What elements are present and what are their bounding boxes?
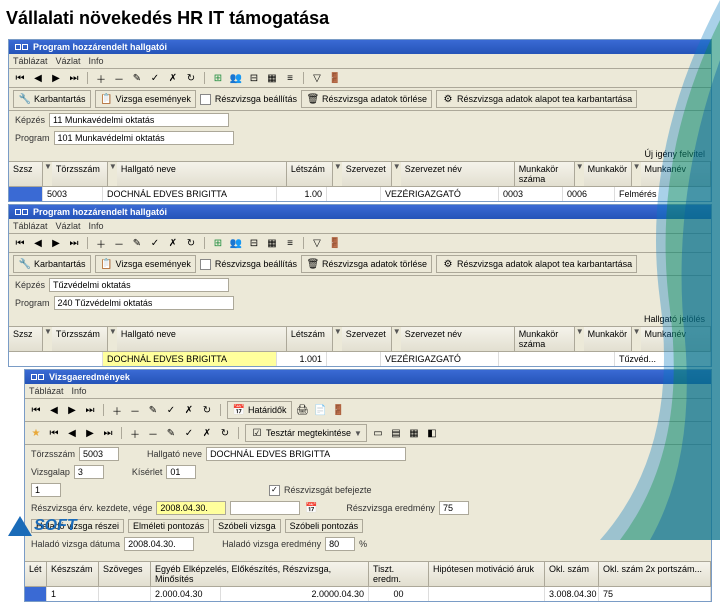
save-icon[interactable]: ✓ (148, 71, 162, 85)
next-icon[interactable]: ▶ (49, 236, 63, 250)
filter-icon[interactable]: ▽ (310, 236, 324, 250)
tab-tablazat[interactable]: Táblázat (29, 386, 64, 396)
tab-info[interactable]: Info (89, 56, 104, 66)
tab-tablazat[interactable]: Táblázat (13, 56, 48, 66)
table-row[interactable]: 1 2.000.04.30 2.0000.04.30 00 3.008.04.3… (25, 587, 711, 601)
grid-icon[interactable]: ▦ (265, 236, 279, 250)
edit-icon[interactable]: ✎ (130, 236, 144, 250)
cancel-icon[interactable]: ✗ (182, 403, 196, 417)
vizsga-esemenyek-button[interactable]: 📋Vizsga események (95, 90, 196, 108)
tesztar-button[interactable]: ☑Tesztár megtekintése▼ (245, 424, 367, 442)
edit-icon[interactable]: ✎ (164, 426, 178, 440)
tab-vazlat[interactable]: Vázlat (56, 221, 81, 231)
star-icon[interactable]: ★ (29, 426, 43, 440)
prev-icon[interactable]: ◀ (31, 236, 45, 250)
last-icon[interactable]: ⏭ (67, 71, 81, 85)
g2-icon[interactable]: ▤ (389, 426, 403, 440)
new-icon[interactable]: ＋ (94, 71, 108, 85)
tab-info[interactable]: Info (89, 221, 104, 231)
program-label: Program (15, 133, 50, 143)
last-icon[interactable]: ⏭ (83, 403, 97, 417)
refresh-icon[interactable]: ↻ (184, 71, 198, 85)
g4-icon[interactable]: ◧ (425, 426, 439, 440)
list-icon[interactable]: ≡ (283, 71, 297, 85)
kepzes-label: Képzés (15, 115, 45, 125)
program-field[interactable]: 240 Tűzvédelmi oktatás (54, 296, 234, 310)
karbantartas-button[interactable]: 🔧Karbantartás (13, 255, 91, 273)
delete-icon[interactable]: － (112, 236, 126, 250)
soft-logo: SOFT (8, 516, 77, 536)
new-icon[interactable]: ＋ (110, 403, 124, 417)
first-icon[interactable]: ⏮ (47, 426, 61, 440)
refresh-icon[interactable]: ↻ (218, 426, 232, 440)
torzsszam-field[interactable]: 5003 (79, 447, 119, 461)
kepzes-field[interactable]: Tűzvédelmi oktatás (49, 278, 229, 292)
tree-icon[interactable]: ⊟ (247, 71, 261, 85)
next-icon[interactable]: ▶ (65, 403, 79, 417)
delete-icon[interactable]: － (128, 403, 142, 417)
vizsga-esemenyek-button[interactable]: 📋Vizsga események (95, 255, 196, 273)
tab-vazlat[interactable]: Vázlat (56, 56, 81, 66)
save-icon[interactable]: ✓ (164, 403, 178, 417)
grid-icon[interactable]: ▦ (265, 71, 279, 85)
delete-icon[interactable]: － (112, 71, 126, 85)
karbantartas-button[interactable]: 🔧Karbantartás (13, 90, 91, 108)
close-icon[interactable]: 🚪 (328, 236, 342, 250)
new-icon[interactable]: ＋ (94, 236, 108, 250)
refresh-icon[interactable]: ↻ (200, 403, 214, 417)
edit-icon[interactable]: ✎ (146, 403, 160, 417)
users-icon[interactable]: 👥 (229, 71, 243, 85)
prev-icon[interactable]: ◀ (65, 426, 79, 440)
edit-icon[interactable]: ✎ (130, 71, 144, 85)
reszvizsga-torles-button[interactable]: 🗑Részvizsga adatok törlése (301, 90, 432, 108)
vizsgalap-field[interactable]: 3 (74, 465, 104, 479)
excel-icon[interactable]: ⊞ (211, 236, 225, 250)
kiserlet-field[interactable]: 01 (166, 465, 196, 479)
close-icon[interactable]: 🚪 (328, 71, 342, 85)
last-icon[interactable]: ⏭ (101, 426, 115, 440)
print-icon[interactable]: 🖨 (296, 403, 310, 417)
kepzes-field[interactable]: 11 Munkavédelmi oktatás (49, 113, 229, 127)
save-icon[interactable]: ✓ (148, 236, 162, 250)
reszvizsga-befejezte-checkbox[interactable] (269, 485, 280, 496)
tab-info[interactable]: Info (72, 386, 87, 396)
refresh-icon[interactable]: ↻ (184, 236, 198, 250)
new-icon[interactable]: ＋ (128, 426, 142, 440)
last-icon[interactable]: ⏭ (67, 236, 81, 250)
grid-header-foot: Lét Készszám Szöveges Egyéb Elképzelés, … (25, 561, 711, 587)
prev-icon[interactable]: ◀ (47, 403, 61, 417)
tab-tablazat[interactable]: Táblázat (13, 221, 48, 231)
first-icon[interactable]: ⏮ (13, 71, 27, 85)
g3-icon[interactable]: ▦ (407, 426, 421, 440)
filter-icon[interactable]: ▽ (310, 71, 324, 85)
prev-icon[interactable]: ◀ (31, 71, 45, 85)
cancel-icon[interactable]: ✗ (166, 71, 180, 85)
num-field[interactable]: 1 (31, 483, 61, 497)
users-icon[interactable]: 👥 (229, 236, 243, 250)
cancel-icon[interactable]: ✗ (200, 426, 214, 440)
g1-icon[interactable]: ▭ (371, 426, 385, 440)
next-icon[interactable]: ▶ (83, 426, 97, 440)
list-icon[interactable]: ≡ (283, 236, 297, 250)
excel-icon[interactable]: ⊞ (211, 71, 225, 85)
doc-icon[interactable]: 📄 (314, 403, 328, 417)
hataridok-button[interactable]: 📅Határidők (227, 401, 292, 419)
close-icon[interactable]: 🚪 (332, 403, 346, 417)
checkbox-reszvizsga[interactable] (200, 94, 211, 105)
tree-icon[interactable]: ⊟ (247, 236, 261, 250)
cancel-icon[interactable]: ✗ (166, 236, 180, 250)
checkbox[interactable] (200, 259, 211, 270)
reszvizsga-torles-button[interactable]: 🗑Részvizsga adatok törlése (301, 255, 432, 273)
hallgato-field[interactable]: DOCHNÁL EDVES BRIGITTA (206, 447, 406, 461)
save-icon[interactable]: ✓ (182, 426, 196, 440)
delete-icon[interactable]: － (146, 426, 160, 440)
first-icon[interactable]: ⏮ (29, 403, 43, 417)
first-icon[interactable]: ⏮ (13, 236, 27, 250)
next-icon[interactable]: ▶ (49, 71, 63, 85)
program-field[interactable]: 101 Munkavédelmi oktatás (54, 131, 234, 145)
